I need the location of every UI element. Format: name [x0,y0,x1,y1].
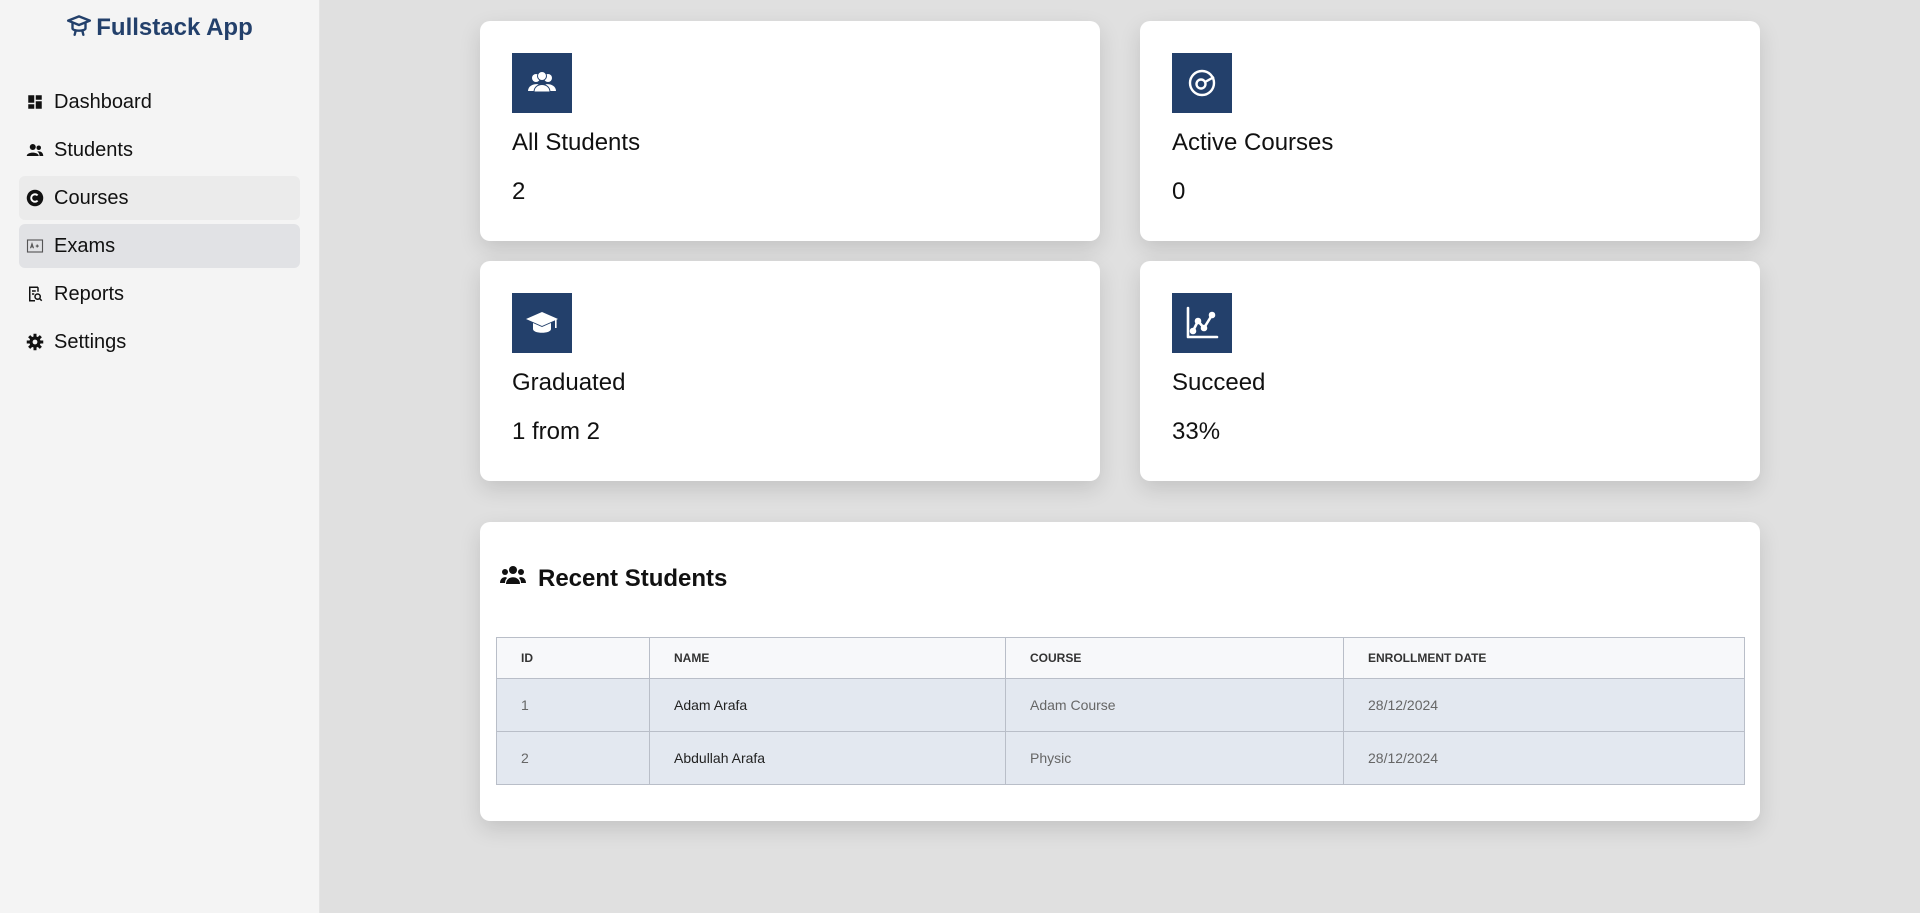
sidebar-item-reports[interactable]: Reports [19,272,300,316]
recent-students-title: Recent Students [538,564,728,592]
report-search-icon [26,285,44,303]
users-icon [26,141,44,159]
exam-icon [26,237,44,255]
sidebar-nav: Dashboard Students Courses Exams Reports [0,80,319,364]
sidebar-item-label: Courses [54,186,129,209]
stat-card-graduated: Graduated 1 from 2 [480,261,1100,481]
table-header-row: ID NAME COURSE ENROLLMENT DATE [496,637,1745,679]
sidebar-item-courses[interactable]: Courses [19,176,300,220]
column-header-id[interactable]: ID [496,637,650,679]
stat-value: 2 [512,178,526,205]
stat-card-all-students: All Students 2 [480,21,1100,241]
course-target-icon [1172,53,1232,113]
users-group-icon [500,564,526,593]
graduate-cap-icon [66,12,92,45]
cell-enrollment-date: 28/12/2024 [1343,678,1745,732]
stat-title: Active Courses [1172,129,1334,156]
copyright-icon [26,189,44,207]
stat-value: 33% [1172,418,1221,445]
sidebar-item-exams[interactable]: Exams [19,224,300,268]
cell-name: Abdullah Arafa [649,731,1006,785]
cell-course: Adam Course [1005,678,1344,732]
table-row[interactable]: 2 Abdullah Arafa Physic 28/12/2024 [496,731,1745,785]
line-chart-icon [1172,293,1232,353]
stat-value: 1 from 2 [512,418,601,445]
stat-value: 0 [1172,178,1186,205]
sidebar: Fullstack App Dashboard Students Courses… [0,0,320,913]
recent-students-header: Recent Students [500,564,727,593]
sidebar-item-label: Exams [54,234,116,257]
sidebar-item-dashboard[interactable]: Dashboard [19,80,300,124]
gear-icon [26,333,44,351]
dashboard-icon [26,93,44,111]
sidebar-item-label: Students [54,138,133,161]
stat-card-succeed: Succeed 33% [1140,261,1760,481]
stat-title: All Students [512,129,641,156]
app-brand[interactable]: Fullstack App [0,0,319,56]
column-header-course[interactable]: COURSE [1005,637,1344,679]
cell-id: 1 [496,678,650,732]
stat-title: Graduated [512,369,626,396]
sidebar-item-settings[interactable]: Settings [19,320,300,364]
cell-enrollment-date: 28/12/2024 [1343,731,1745,785]
cell-id: 2 [496,731,650,785]
sidebar-item-label: Settings [54,330,127,353]
column-header-enrollment-date[interactable]: ENROLLMENT DATE [1343,637,1745,679]
sidebar-item-students[interactable]: Students [19,128,300,172]
column-header-name[interactable]: NAME [649,637,1006,679]
cell-course: Physic [1005,731,1344,785]
students-group-icon [512,53,572,113]
graduation-cap-icon [512,293,572,353]
app-title: Fullstack App [96,14,253,41]
recent-students-table: ID NAME COURSE ENROLLMENT DATE 1 Adam Ar… [496,637,1745,785]
sidebar-item-label: Dashboard [54,90,152,113]
stat-card-active-courses: Active Courses 0 [1140,21,1760,241]
cell-name: Adam Arafa [649,678,1006,732]
sidebar-item-label: Reports [54,282,125,305]
recent-students-panel: Recent Students ID NAME COURSE ENROLLMEN… [480,522,1760,821]
stat-title: Succeed [1172,369,1266,396]
table-row[interactable]: 1 Adam Arafa Adam Course 28/12/2024 [496,678,1745,732]
